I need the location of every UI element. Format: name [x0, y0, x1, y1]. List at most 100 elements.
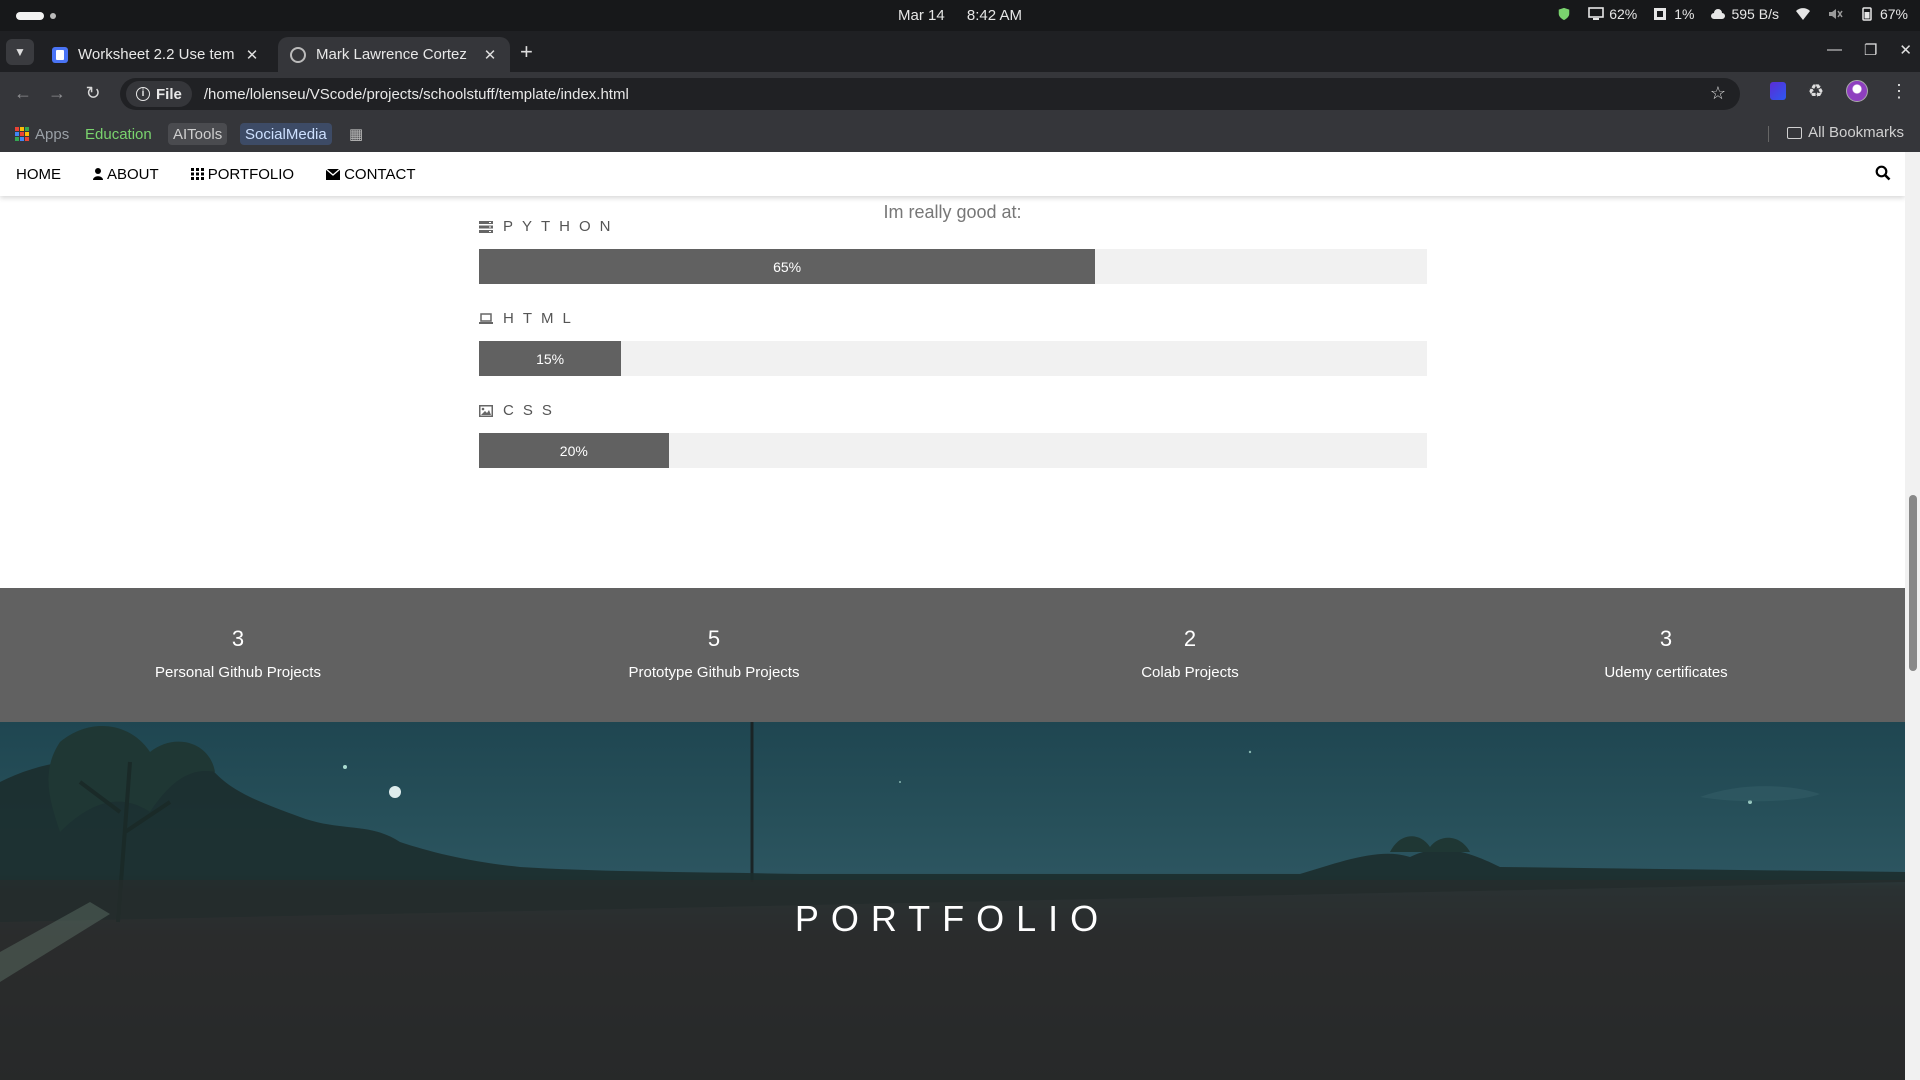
- site-info-label: File: [156, 85, 182, 103]
- skill-percent: 65%: [773, 258, 802, 275]
- shield-icon: [1558, 7, 1570, 21]
- battery-tray[interactable]: 67%: [1859, 6, 1908, 22]
- volume-tray[interactable]: [1827, 7, 1843, 21]
- back-arrow-icon[interactable]: ←: [12, 83, 34, 104]
- site-info-chip[interactable]: i File: [126, 81, 192, 107]
- new-tab-button[interactable]: +: [520, 41, 533, 63]
- stat-number: 5: [707, 626, 721, 651]
- nav-portfolio[interactable]: PORTFOLIO: [175, 152, 310, 196]
- image-icon: [479, 404, 493, 417]
- restore-icon[interactable]: ❐: [1864, 41, 1877, 59]
- scrollbar-thumb[interactable]: [1909, 495, 1917, 671]
- skill-name: CSS: [503, 402, 561, 419]
- shield-tray[interactable]: [1556, 7, 1572, 21]
- nav-home[interactable]: HOME: [0, 152, 77, 196]
- stat-number: 2: [1183, 626, 1197, 651]
- skill-progress-track: 65%: [479, 249, 1427, 284]
- address-bar[interactable]: i File /home/lolenseu/VScode/projects/sc…: [120, 78, 1740, 110]
- browser-tab-strip: ▼ Worksheet 2.2 Use temp ✕ Mark Lawrence…: [0, 31, 1920, 72]
- skill-progress-fill: 15%: [479, 341, 622, 376]
- apps-grid-icon: [15, 127, 29, 141]
- bookmark-apps-label: Apps: [35, 125, 70, 143]
- stat-udemy: 3 Udemy certificates: [1428, 626, 1904, 681]
- wifi-tray[interactable]: [1795, 7, 1811, 21]
- nav-portfolio-label: PORTFOLIO: [207, 165, 295, 183]
- page-scrollbar[interactable]: [1905, 152, 1920, 1080]
- bookmark-aitools[interactable]: AITools: [168, 123, 228, 145]
- tab-title: Mark Lawrence Cortez: [316, 46, 467, 63]
- browser-tab-worksheet[interactable]: Worksheet 2.2 Use temp ✕: [40, 37, 272, 72]
- battery-icon: [1862, 7, 1872, 21]
- skill-progress-track: 20%: [479, 433, 1427, 468]
- skills-intro: Im really good at:: [883, 202, 1022, 222]
- stat-personal-github: 3 Personal Github Projects: [0, 626, 476, 681]
- skill-name: PYTHON: [503, 218, 620, 235]
- info-icon: i: [136, 87, 150, 101]
- tab-groups-grid-icon[interactable]: ▦: [344, 123, 368, 145]
- stat-label: Udemy certificates: [1604, 664, 1728, 681]
- forward-arrow-icon[interactable]: →: [46, 83, 68, 104]
- stat-number: 3: [231, 626, 245, 651]
- skill-label: PYTHON: [479, 218, 620, 235]
- stats-band: 3 Personal Github Projects 5 Prototype G…: [0, 588, 1905, 722]
- memory-tray[interactable]: 1%: [1653, 6, 1694, 22]
- server-icon: [479, 220, 493, 233]
- cpu-value: 62%: [1609, 6, 1638, 22]
- portfolio-title: PORTFOLIO: [794, 898, 1111, 939]
- stat-number: 3: [1659, 626, 1673, 651]
- monitor-icon: [1588, 7, 1605, 20]
- battery-value: 67%: [1879, 6, 1908, 22]
- os-tray: 62% 1% 595 B/s 67%: [1556, 6, 1908, 22]
- bookmarks-divider: [1768, 126, 1769, 142]
- stat-label: Prototype Github Projects: [628, 664, 800, 681]
- portfolio-hero-banner: PORTFOLIO: [0, 722, 1905, 1080]
- close-window-icon[interactable]: ✕: [1899, 41, 1912, 59]
- bookmark-education[interactable]: Education: [80, 123, 157, 145]
- reload-icon[interactable]: ↻: [82, 83, 104, 104]
- page-viewport: HOME ABOUT PORTFOLIO CONTACT Im really g…: [0, 152, 1905, 1080]
- tab-search-button[interactable]: ▼: [6, 39, 34, 65]
- network-tray[interactable]: 595 B/s: [1710, 6, 1779, 22]
- skill-progress-fill: 20%: [479, 433, 669, 468]
- close-icon[interactable]: ✕: [482, 46, 498, 64]
- user-icon: [93, 168, 103, 180]
- menu-kebab-icon[interactable]: ⋮: [1890, 81, 1908, 102]
- minimize-icon[interactable]: —: [1827, 41, 1842, 59]
- cpu-tray[interactable]: 62%: [1588, 6, 1637, 22]
- stat-prototype-github: 5 Prototype Github Projects: [476, 626, 952, 681]
- skill-name: HTML: [503, 310, 580, 327]
- close-icon[interactable]: ✕: [244, 46, 260, 64]
- nav-contact[interactable]: CONTACT: [310, 152, 431, 196]
- bookmark-socialmedia[interactable]: SocialMedia: [240, 123, 332, 145]
- th-grid-icon: [190, 168, 204, 180]
- puzzle-extensions-icon[interactable]: ♻: [1808, 81, 1824, 102]
- all-bookmarks-button[interactable]: All Bookmarks: [1787, 124, 1904, 141]
- chevron-down-icon: ▼: [14, 45, 26, 59]
- site-navbar: HOME ABOUT PORTFOLIO CONTACT: [0, 152, 1905, 196]
- search-icon[interactable]: [1875, 165, 1891, 181]
- nav-about[interactable]: ABOUT: [77, 152, 175, 196]
- globe-icon: [290, 46, 306, 63]
- toolbar-actions: ♻ ⋮: [1769, 80, 1908, 102]
- extension-icon[interactable]: [1769, 82, 1786, 100]
- all-bookmarks-label: All Bookmarks: [1808, 124, 1904, 141]
- skill-percent: 20%: [559, 442, 588, 459]
- skill-label: CSS: [479, 402, 561, 419]
- folder-icon: [1787, 126, 1803, 139]
- profile-avatar[interactable]: [1846, 80, 1868, 102]
- skill-percent: 15%: [536, 350, 565, 367]
- url-text[interactable]: /home/lolenseu/VScode/projects/schoolstu…: [204, 86, 629, 103]
- bookmark-star-icon[interactable]: ☆: [1710, 83, 1726, 104]
- wifi-icon: [1795, 8, 1810, 20]
- stat-colab: 2 Colab Projects: [952, 626, 1428, 681]
- skill-label: HTML: [479, 310, 580, 327]
- browser-tab-portfolio[interactable]: Mark Lawrence Cortez ✕: [278, 37, 510, 72]
- stat-label: Personal Github Projects: [155, 664, 321, 681]
- network-value: 595 B/s: [1731, 6, 1779, 22]
- os-top-bar: Mar 14 8:42 AM 62% 1% 595 B/s 67%: [0, 0, 1920, 31]
- bookmark-apps[interactable]: Apps: [10, 123, 74, 145]
- volume-muted-icon: [1828, 9, 1843, 19]
- browser-toolbar: ← → ↻ i File /home/lolenseu/VScode/proje…: [0, 72, 1920, 116]
- skill-progress-fill: 65%: [479, 249, 1096, 284]
- memory-value: 1%: [1674, 6, 1695, 22]
